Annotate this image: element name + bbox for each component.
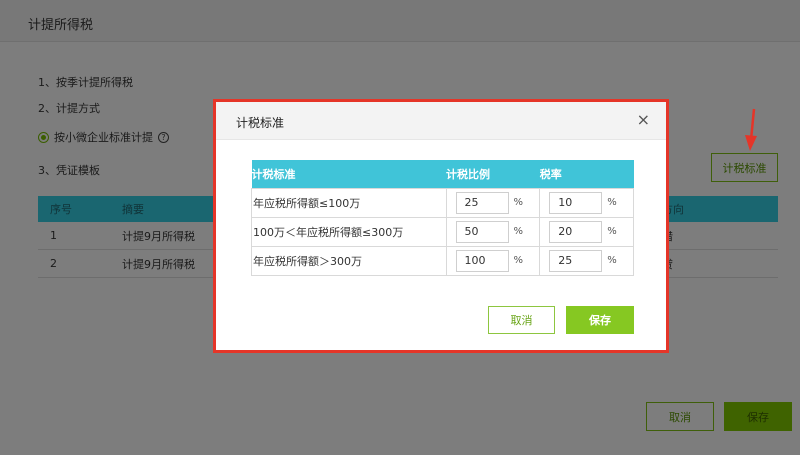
bracket-label: 100万＜年应税所得额≤300万: [251, 216, 447, 247]
table-row: 年应税所得额≤100万 25% 10%: [251, 187, 634, 218]
col-no-header: 序号: [50, 203, 72, 216]
accrual-method-option[interactable]: 按小微企业标准计提 ?: [38, 129, 169, 145]
table-row: 100万＜年应税所得额≤300万 50% 20%: [251, 216, 634, 247]
percent-sign: %: [607, 226, 617, 237]
row-no: 2: [50, 257, 57, 270]
bracket-label: 年应税所得额＞300万: [251, 245, 447, 276]
dialog-header: 计税标准 ×: [216, 102, 666, 140]
ratio-input[interactable]: 100: [455, 249, 509, 272]
percent-sign: %: [607, 197, 617, 208]
step-3-text: 3、凭证模板: [38, 164, 100, 177]
save-button[interactable]: 保存: [566, 306, 634, 334]
red-arrow-icon: [745, 108, 757, 151]
step-2-text: 2、计提方式: [38, 102, 100, 115]
table-row: 年应税所得额＞300万 100% 25%: [251, 245, 634, 276]
row-direction: 借: [662, 228, 778, 244]
col-ratio-header: 计税比例: [446, 160, 540, 188]
tax-standard-dialog: 计税标准 × 计税标准 计税比例 税率 年应税所得额≤100万 25% 10% …: [213, 99, 669, 353]
col-direction-header: 方向: [662, 203, 684, 216]
percent-sign: %: [607, 255, 617, 266]
rate-input[interactable]: 25: [549, 249, 603, 272]
rate-input[interactable]: 20: [549, 220, 603, 243]
tax-standard-table: 计税标准 计税比例 税率 年应税所得额≤100万 25% 10% 100万＜年应…: [251, 160, 634, 276]
page-cancel-button[interactable]: 取消: [646, 402, 714, 431]
step-1-text: 1、按季计提所得税: [38, 76, 133, 89]
percent-sign: %: [513, 197, 524, 208]
ratio-input[interactable]: 50: [455, 220, 509, 243]
page-save-button[interactable]: 保存: [724, 402, 792, 431]
row-no: 1: [50, 229, 57, 242]
radio-selected-icon[interactable]: [38, 131, 49, 143]
col-rate-header: 税率: [539, 160, 634, 188]
radio-label: 按小微企业标准计提: [54, 131, 153, 144]
tax-standard-button[interactable]: 计税标准: [711, 153, 778, 182]
help-icon[interactable]: ?: [158, 131, 169, 143]
percent-sign: %: [513, 255, 524, 266]
ratio-input[interactable]: 25: [455, 191, 509, 214]
close-icon[interactable]: ×: [637, 112, 650, 128]
page-title: 计提所得税: [28, 18, 94, 33]
cancel-button[interactable]: 取消: [488, 306, 555, 334]
row-direction: 贷: [662, 256, 778, 272]
dialog-title: 计税标准: [236, 116, 285, 130]
bracket-label: 年应税所得额≤100万: [251, 187, 447, 218]
page-header: 计提所得税: [0, 0, 800, 42]
percent-sign: %: [513, 226, 524, 237]
rate-input[interactable]: 10: [549, 191, 603, 214]
col-standard-header: 计税标准: [251, 160, 447, 188]
